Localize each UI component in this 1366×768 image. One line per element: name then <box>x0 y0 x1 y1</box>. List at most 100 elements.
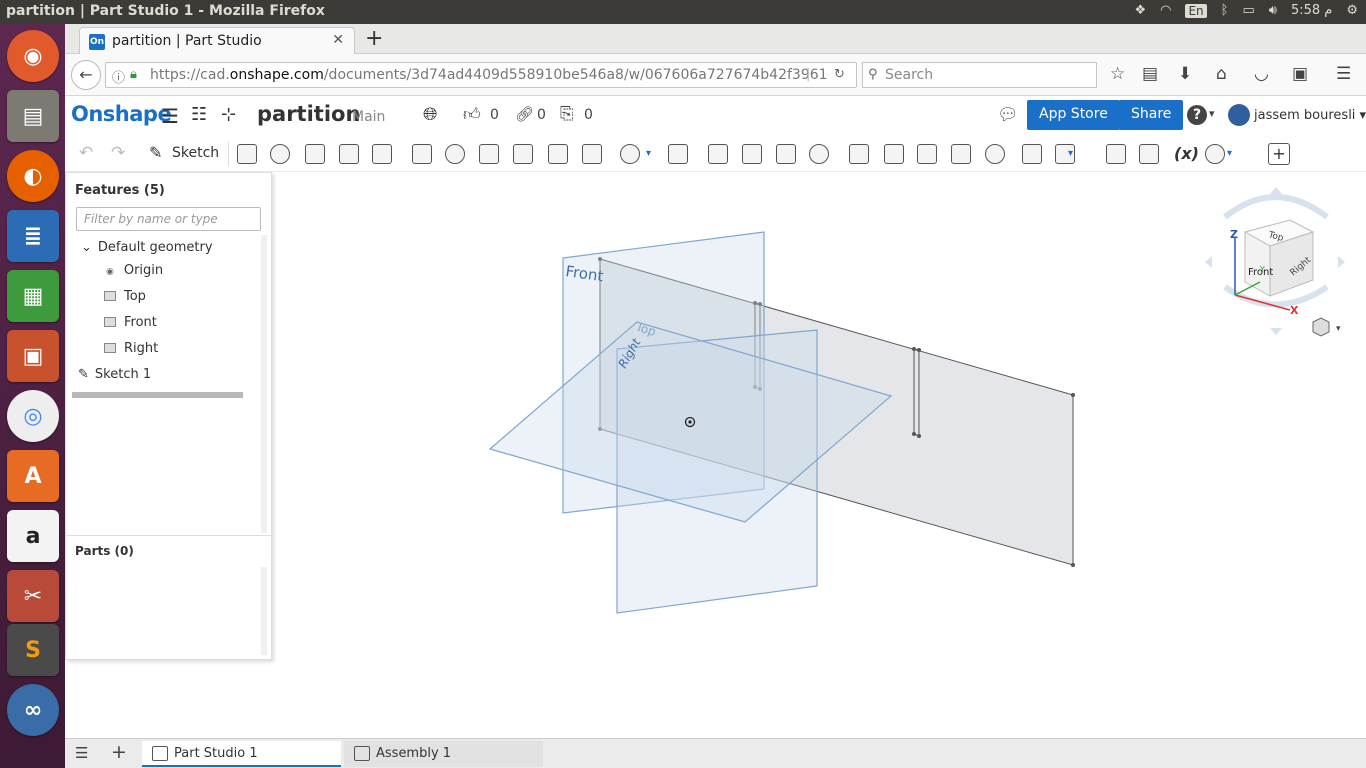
branch-name[interactable]: Main <box>352 109 385 125</box>
sweep-tool-icon[interactable] <box>305 144 325 164</box>
new-tab-button[interactable]: + <box>365 26 383 51</box>
section-view-tool-icon[interactable] <box>1106 144 1126 164</box>
wifi-icon[interactable]: ◠ <box>1160 3 1171 18</box>
tool-dropdown-icon[interactable]: ▾ <box>1227 148 1232 159</box>
tool-dropdown-icon[interactable]: ▾ <box>646 148 651 159</box>
impress-icon[interactable]: ▣ <box>7 330 59 382</box>
variable-button[interactable]: (x) <box>1174 144 1199 163</box>
view-cube[interactable]: Top Front Right Z Y X <box>1205 187 1345 335</box>
boolean-tool-icon[interactable] <box>668 144 688 164</box>
hole-tool-icon[interactable] <box>582 144 602 164</box>
volume-icon[interactable]: 🔊︎ <box>1269 3 1277 18</box>
bluetooth-icon[interactable]: ᛒ <box>1221 3 1229 18</box>
draft-tool-icon[interactable] <box>479 144 499 164</box>
tab-part-studio-1[interactable]: Part Studio 1 <box>142 741 341 767</box>
plane-tool-icon[interactable] <box>985 144 1005 164</box>
copy-icon[interactable]: ⎘ <box>560 104 574 124</box>
help-dropdown-icon[interactable]: ▾ <box>1209 107 1215 120</box>
fillet-tool-icon[interactable] <box>412 144 432 164</box>
replace-face-tool-icon[interactable] <box>917 144 937 164</box>
insert-icon[interactable]: ⊹ <box>221 104 236 125</box>
dropbox-icon[interactable]: ❖ <box>1134 3 1146 18</box>
add-tab-button[interactable]: + <box>111 741 127 763</box>
battery-icon[interactable]: ▭ <box>1242 3 1254 18</box>
thicken-tool-icon[interactable] <box>372 144 392 164</box>
tree-group-default-geometry[interactable]: ⌄ Default geometry <box>81 240 213 255</box>
helix-tool-icon[interactable] <box>1022 144 1042 164</box>
onshape-logo[interactable]: Onshape <box>71 102 172 126</box>
help-icon[interactable]: ? <box>1187 105 1207 125</box>
arduino-icon[interactable]: ∞ <box>7 684 59 736</box>
sketch-button[interactable]: Sketch <box>172 145 219 161</box>
tree-item-front[interactable]: Front <box>104 315 157 330</box>
amazon-icon[interactable]: a <box>7 510 59 562</box>
globe-icon[interactable]: 🌐︎ <box>423 104 437 125</box>
reading-list-icon[interactable]: ▤ <box>1142 64 1158 84</box>
chevron-down-icon[interactable]: ⌄ <box>81 240 92 255</box>
settings-gear-icon[interactable]: ⚙ <box>1346 3 1358 18</box>
link-icon[interactable]: 🔗︎ <box>515 105 534 123</box>
tree-item-top[interactable]: Top <box>104 289 146 304</box>
software-center-icon[interactable]: A <box>7 450 59 502</box>
view-cube-down-arrow[interactable] <box>1270 328 1282 335</box>
system-settings-icon[interactable]: ✂ <box>7 570 59 622</box>
rollback-bar[interactable] <box>72 392 243 398</box>
home-icon[interactable]: ⌂ <box>1216 64 1227 84</box>
rib-tool-icon[interactable] <box>513 144 533 164</box>
comments-icon[interactable]: 💬︎ <box>997 105 1019 125</box>
tree-item-sketch[interactable]: ✎ Sketch 1 <box>78 367 151 382</box>
writer-icon[interactable]: ≣ <box>7 210 59 262</box>
menu-icon[interactable]: ☰ <box>1336 64 1351 84</box>
tree-item-origin[interactable]: ◉ Origin <box>106 263 163 278</box>
tab-assembly-1[interactable]: Assembly 1 <box>344 741 543 767</box>
pocket-icon[interactable]: ◡ <box>1254 64 1269 84</box>
user-name[interactable]: jassem bouresli ▾ <box>1254 108 1366 123</box>
view-cube-left-arrow[interactable] <box>1205 256 1212 268</box>
avatar[interactable] <box>1228 104 1250 126</box>
tree-item-right[interactable]: Right <box>104 341 158 356</box>
offset-surface-tool-icon[interactable] <box>951 144 971 164</box>
search-input[interactable]: Search <box>862 62 1097 88</box>
revolve-tool-icon[interactable] <box>270 144 290 164</box>
bookmark-star-icon[interactable]: ☆ <box>1110 64 1125 84</box>
redo-icon[interactable]: ↷ <box>111 143 125 163</box>
documents-menu-icon[interactable]: ☰ <box>161 104 179 128</box>
move-face-tool-icon[interactable] <box>884 144 904 164</box>
back-button[interactable]: ← <box>71 60 101 90</box>
chamfer-tool-icon[interactable] <box>445 144 465 164</box>
app-store-button[interactable]: App Store <box>1027 100 1120 130</box>
add-custom-feature-button[interactable]: + <box>1268 143 1290 165</box>
pattern-tool-icon[interactable] <box>620 144 640 164</box>
delete-face-tool-icon[interactable] <box>849 144 869 164</box>
delete-part-tool-icon[interactable] <box>776 144 796 164</box>
panel-divider[interactable] <box>66 535 271 536</box>
close-tab-icon[interactable]: ✕ <box>332 32 344 48</box>
ubuntu-dash-icon[interactable]: ◉ <box>7 30 59 82</box>
calc-icon[interactable]: ▦ <box>7 270 59 322</box>
feature-filter-input[interactable]: Filter by name or type <box>76 207 261 231</box>
keyboard-layout-indicator[interactable]: En <box>1185 3 1207 18</box>
view-cube-right-arrow[interactable] <box>1338 256 1345 268</box>
tool-dropdown-icon[interactable]: ▾ <box>1068 148 1073 159</box>
clock[interactable]: 5:58 م <box>1291 3 1332 18</box>
feature-list-icon[interactable]: ☷ <box>191 104 207 125</box>
display-states-tool-icon[interactable] <box>1205 144 1225 164</box>
chrome-icon[interactable]: ◎ <box>7 390 59 442</box>
mass-properties-tool-icon[interactable] <box>1139 144 1159 164</box>
view-cube-up-arrow[interactable] <box>1270 187 1282 194</box>
url-bar[interactable]: ⓘ 🔒︎ https://cad.onshape.com/documents/3… <box>105 62 857 88</box>
tab-manager-icon[interactable]: ☰ <box>75 744 88 762</box>
modify-fillet-tool-icon[interactable] <box>809 144 829 164</box>
loft-tool-icon[interactable] <box>339 144 359 164</box>
split-tool-icon[interactable] <box>708 144 728 164</box>
undo-icon[interactable]: ↶ <box>79 143 93 163</box>
extrude-tool-icon[interactable] <box>237 144 257 164</box>
document-name[interactable]: partition <box>257 102 360 126</box>
parts-list-scrollbar[interactable] <box>261 567 267 655</box>
info-icon[interactable]: ⓘ <box>112 67 125 86</box>
share-button[interactable]: Share <box>1119 100 1184 130</box>
extension-icon[interactable]: ▣ <box>1292 64 1308 84</box>
files-icon[interactable]: ▤ <box>7 90 59 142</box>
sublime-text-icon[interactable]: S <box>7 624 59 676</box>
firefox-icon[interactable]: ◐ <box>7 150 59 202</box>
